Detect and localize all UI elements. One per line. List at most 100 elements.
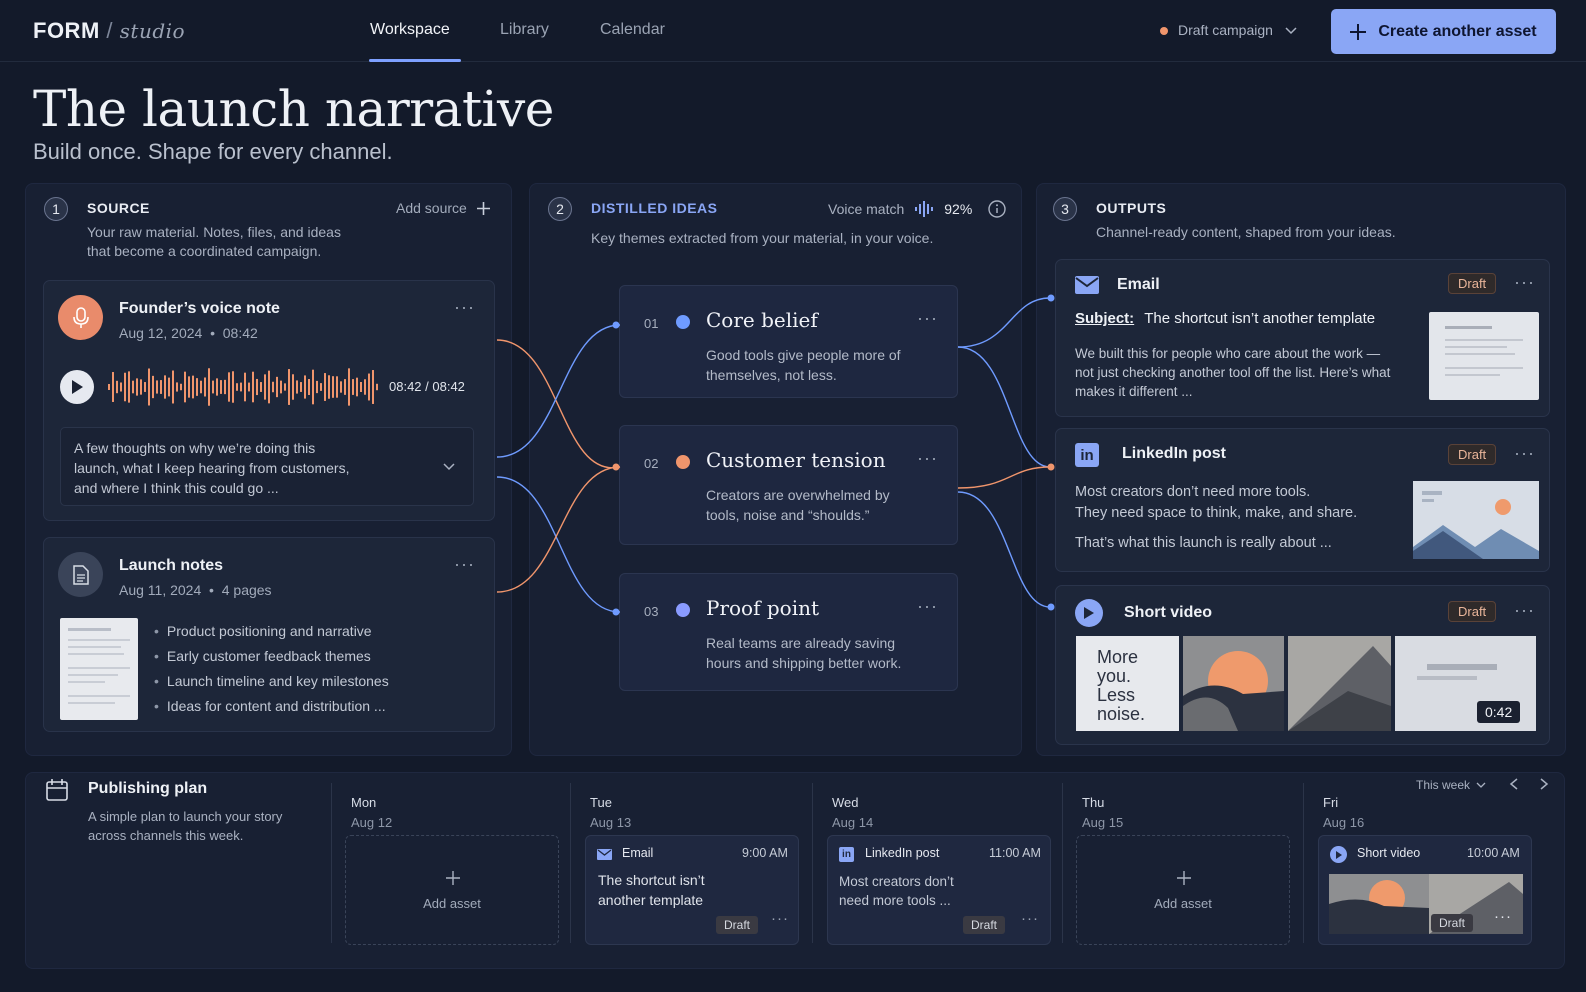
- scheduled-asset[interactable]: Short video 10:00 AM Draft ···: [1318, 835, 1532, 945]
- more-options-icon[interactable]: ···: [1021, 910, 1039, 927]
- more-options-icon[interactable]: ···: [1514, 600, 1535, 621]
- more-options-icon[interactable]: ···: [917, 448, 938, 469]
- waveform[interactable]: [108, 365, 380, 409]
- waveform-bar: [344, 379, 346, 395]
- day-divider: [812, 783, 813, 943]
- add-asset-slot[interactable]: Add asset: [1076, 835, 1290, 945]
- chevron-right-icon[interactable]: [1540, 778, 1549, 790]
- waveform-bar: [124, 372, 126, 402]
- waveform-bar: [264, 374, 266, 400]
- create-asset-label: Create another asset: [1378, 22, 1537, 40]
- waveform-bar: [204, 377, 206, 397]
- column-desc-2: that become a coordinated campaign.: [87, 243, 322, 259]
- voice-match-value: 92%: [944, 201, 973, 217]
- idea-card[interactable]: 02 Customer tension Creators are overwhe…: [619, 425, 958, 545]
- email-body-1: We built this for people who care about …: [1075, 346, 1381, 361]
- idea-number: 01: [644, 316, 659, 331]
- video-thumbnail: [1329, 874, 1523, 934]
- more-options-icon[interactable]: ···: [1514, 272, 1535, 293]
- asset-text-1: Most creators don’t: [839, 874, 954, 889]
- launch-notes-date: Aug 11, 2024: [119, 582, 202, 598]
- video-output-card[interactable]: Short video Draft ··· More you. Less noi…: [1055, 585, 1550, 745]
- tab-workspace[interactable]: Workspace: [370, 21, 450, 39]
- more-options-icon[interactable]: ···: [917, 596, 938, 617]
- waveform-bar: [180, 383, 182, 391]
- waveform-bar: [188, 376, 190, 398]
- week-selector[interactable]: This week: [1416, 778, 1486, 792]
- logo[interactable]: FORM / studio: [33, 18, 185, 44]
- info-icon[interactable]: [988, 200, 1006, 218]
- status-badge: Draft: [716, 916, 759, 934]
- transcript-box[interactable]: A few thoughts on why we’re doing this l…: [60, 427, 474, 506]
- add-asset-slot[interactable]: Add asset: [345, 835, 559, 945]
- logo-product: studio: [119, 19, 186, 43]
- column-desc: Channel-ready content, shaped from your …: [1096, 224, 1396, 240]
- waveform-bar: [256, 378, 258, 396]
- day-date: Aug 14: [832, 815, 874, 830]
- idea-title: Proof point: [706, 596, 820, 620]
- video-frame-sun[interactable]: [1183, 636, 1284, 731]
- tab-library[interactable]: Library: [500, 21, 549, 39]
- idea-text-2: themselves, not less.: [706, 367, 837, 383]
- status-dot: [1160, 27, 1168, 35]
- meta-separator: •: [210, 325, 215, 341]
- plan-title: Publishing plan: [88, 780, 208, 797]
- asset-type: LinkedIn post: [865, 846, 940, 860]
- column-title: OUTPUTS: [1096, 200, 1167, 216]
- scheduled-asset[interactable]: Email 9:00 AM The shortcut isn’t another…: [585, 835, 799, 945]
- more-options-icon[interactable]: ···: [917, 308, 938, 329]
- notes-bullets: • Product positioning and narrative • Earl…: [154, 621, 389, 716]
- waveform-bar: [240, 382, 242, 392]
- more-options-icon[interactable]: ···: [454, 554, 475, 575]
- video-frame-hill[interactable]: [1288, 636, 1391, 731]
- document-thumbnail: [60, 618, 138, 720]
- bullet-item: • Launch timeline and key milestones: [154, 673, 389, 689]
- asset-text-2: need more tools ...: [839, 893, 951, 908]
- plus-icon: [446, 871, 460, 885]
- linkedin-body-2: They need space to think, make, and shar…: [1075, 505, 1358, 521]
- waveform-bar: [144, 382, 146, 392]
- more-options-icon[interactable]: ···: [1494, 908, 1512, 925]
- tab-calendar[interactable]: Calendar: [600, 21, 665, 39]
- scheduled-asset[interactable]: in LinkedIn post 11:00 AM Most creators …: [827, 835, 1051, 945]
- more-options-icon[interactable]: ···: [1514, 443, 1535, 464]
- more-options-icon[interactable]: ···: [454, 297, 475, 318]
- more-options-icon[interactable]: ···: [771, 910, 789, 927]
- linkedin-output-card[interactable]: in LinkedIn post Draft ··· Most creators…: [1055, 428, 1550, 572]
- play-button[interactable]: [60, 370, 94, 404]
- asset-type: Short video: [1357, 846, 1421, 860]
- logo-separator: /: [106, 18, 114, 43]
- idea-text-1: Good tools give people more of: [706, 347, 901, 363]
- launch-notes-card[interactable]: Launch notes Aug 11, 2024 • 4 pages ··· …: [43, 537, 495, 732]
- idea-card[interactable]: 03 Proof point Real teams are already sa…: [619, 573, 958, 691]
- voice-match[interactable]: Voice match 92%: [828, 200, 1006, 218]
- video-frame-text[interactable]: More you. Less noise.: [1076, 636, 1179, 731]
- day-name: Fri: [1323, 795, 1339, 810]
- waveform-bar: [268, 370, 270, 404]
- waveform-bar: [164, 375, 166, 399]
- create-asset-button[interactable]: Create another asset: [1331, 9, 1556, 54]
- add-source-button[interactable]: Add source: [396, 200, 490, 216]
- idea-title: Core belief: [706, 308, 818, 332]
- waveform-bar: [228, 372, 230, 402]
- waveform-bar: [112, 372, 114, 402]
- document-icon: [58, 552, 103, 597]
- waveform-bar: [332, 376, 334, 398]
- chevron-down-icon[interactable]: [443, 463, 455, 471]
- add-source-label: Add source: [396, 200, 467, 216]
- subject-label: Subject:: [1075, 310, 1135, 327]
- email-thumbnail: [1429, 312, 1539, 400]
- video-frame-ui[interactable]: 0:42: [1395, 636, 1536, 731]
- email-output-card[interactable]: Email Draft ··· Subject: The shortcut isn…: [1055, 259, 1550, 417]
- voice-note-card[interactable]: Founder’s voice note Aug 12, 2024 • 08:4…: [43, 280, 495, 521]
- waveform-bar: [192, 375, 194, 399]
- day-name: Tue: [590, 795, 612, 810]
- voice-note-title: Founder’s voice note: [119, 300, 280, 317]
- waveform-bar: [300, 382, 302, 392]
- waveform-bar: [176, 382, 178, 392]
- top-bar: FORM / studio Workspace Library Calendar…: [0, 0, 1586, 62]
- chevron-left-icon[interactable]: [1509, 778, 1518, 790]
- campaign-selector[interactable]: Draft campaign: [1160, 22, 1297, 38]
- waveform-bar: [372, 370, 374, 404]
- idea-card[interactable]: 01 Core belief Good tools give people mo…: [619, 285, 958, 398]
